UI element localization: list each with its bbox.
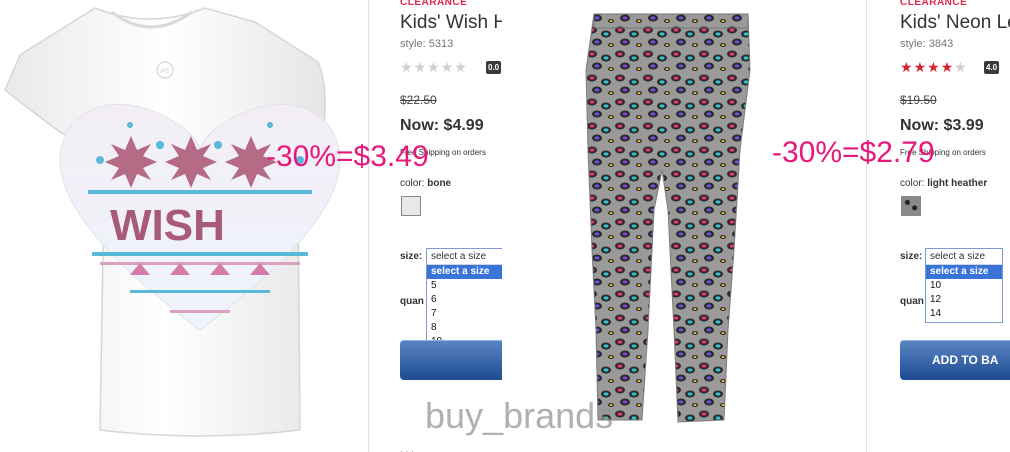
star-icon: ★ — [927, 59, 941, 75]
footer-link[interactable]: · · · — [400, 446, 414, 452]
product-card-2: CLEARANCE Kids' Neon Le style: 3843 ★★★★… — [867, 0, 1010, 452]
add-to-bag-button[interactable]: ADD TO BA — [900, 340, 1010, 380]
add-to-bag-button[interactable] — [400, 340, 502, 380]
color-label: color: light heather — [900, 178, 987, 189]
product-style: style: 5313 — [400, 38, 454, 50]
size-option[interactable]: 14 — [926, 307, 1002, 321]
shirt-wish-text: WISH — [110, 201, 225, 250]
product-style: style: 3843 — [900, 38, 954, 50]
color-value: bone — [427, 178, 452, 189]
original-price: $19.50 — [900, 93, 937, 107]
quantity-label: quan — [400, 296, 424, 307]
product-image-tshirt[interactable]: PS WISH — [0, 0, 368, 452]
product-name-link[interactable]: Kids' Neon Le — [900, 12, 1010, 34]
star-icon: ★ — [413, 59, 428, 75]
size-select-current[interactable]: select a size — [427, 249, 502, 265]
size-label: size: — [900, 251, 923, 262]
star-rating[interactable]: ★★★★★ — [400, 59, 468, 76]
size-select-dropdown[interactable]: select a size select a size 10 12 14 — [925, 248, 1003, 323]
star-icon: ★ — [400, 59, 414, 75]
size-option[interactable]: 12 — [926, 293, 1002, 307]
promo-discount-overlay: -30%=$3.49 — [266, 140, 429, 173]
rating-badge: 4.0 — [984, 61, 1000, 74]
sale-price: Now: $4.99 — [400, 117, 484, 134]
star-icon: ★ — [440, 59, 455, 75]
star-icon: ★ — [954, 59, 968, 75]
star-icon: ★ — [427, 59, 441, 75]
color-label: color: bone — [400, 178, 451, 189]
size-option[interactable]: select a size — [926, 265, 1002, 279]
color-label-text: color: — [400, 178, 425, 189]
size-select-current[interactable]: select a size — [926, 249, 1002, 265]
size-option[interactable]: 10 — [926, 279, 1002, 293]
star-icon: ★ — [940, 59, 955, 75]
product-card-1: CLEARANCE Kids' Wish He style: 5313 ★★★★… — [369, 0, 502, 452]
size-option[interactable]: 5 — [427, 279, 502, 293]
clearance-badge: CLEARANCE — [900, 0, 968, 8]
sale-price: Now: $3.99 — [900, 117, 984, 134]
size-option[interactable]: 7 — [427, 307, 502, 321]
color-label-text: color: — [900, 178, 925, 189]
promo-discount-overlay: -30%=$2.79 — [772, 136, 935, 169]
size-option[interactable]: select a size — [427, 265, 502, 279]
rating-badge: 0.0 — [486, 61, 502, 74]
size-option[interactable]: 8 — [427, 321, 502, 335]
star-icon: ★ — [913, 59, 928, 75]
product-name-link[interactable]: Kids' Wish He — [400, 12, 502, 34]
star-icon: ★ — [454, 59, 468, 75]
tshirt-illustration: PS WISH — [4, 7, 341, 437]
svg-text:PS: PS — [161, 69, 169, 75]
star-rating[interactable]: ★★★★★ — [900, 59, 968, 76]
size-option[interactable]: 6 — [427, 293, 502, 307]
watermark-text: buy_brands — [425, 395, 614, 436]
original-price: $22.50 — [400, 93, 437, 107]
product-image-leggings[interactable] — [502, 0, 866, 452]
leggings-illustration — [585, 13, 751, 423]
size-label: size: — [400, 251, 423, 262]
quantity-label: quan — [900, 296, 924, 307]
clearance-badge: CLEARANCE — [400, 0, 468, 8]
color-value: light heather — [927, 178, 988, 189]
color-swatch-bone[interactable] — [401, 196, 421, 216]
star-icon: ★ — [900, 59, 914, 75]
color-swatch-light-heather[interactable] — [901, 196, 921, 216]
